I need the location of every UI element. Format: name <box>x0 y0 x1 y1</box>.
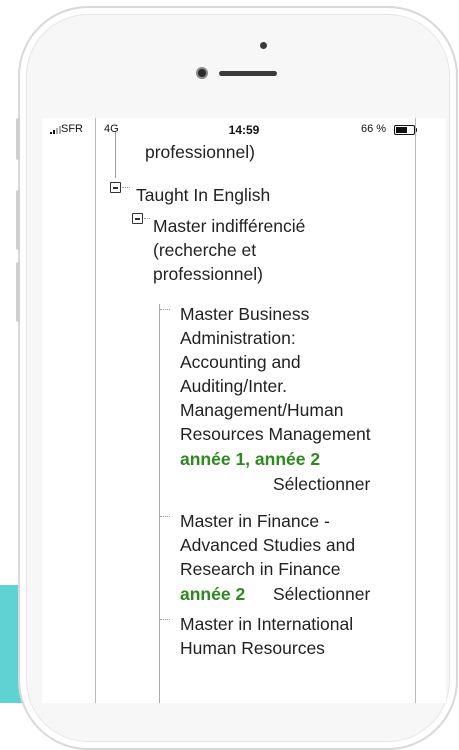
program-title-line: Master in International <box>180 614 354 634</box>
tree-connector <box>115 132 116 178</box>
program-tree: professionnel) Taught In English Master … <box>42 118 446 703</box>
program-title-line: Administration: <box>180 328 296 348</box>
node-label-line: (recherche et <box>153 240 257 260</box>
content-border-left <box>95 118 96 703</box>
select-link[interactable]: Sélectionner <box>273 473 370 497</box>
node-label-line: professionnel) <box>153 264 263 284</box>
collapse-icon[interactable] <box>132 213 143 224</box>
program-title-line: Advanced Studies and <box>180 535 356 555</box>
collapse-icon[interactable] <box>110 182 121 193</box>
tree-connector <box>144 218 150 220</box>
tree-connector <box>160 516 170 518</box>
program-title-line: Research in Finance <box>180 559 341 579</box>
volume-up-button <box>16 190 20 250</box>
earpiece-speaker <box>219 71 277 76</box>
front-camera <box>196 67 208 79</box>
program-title-line: Resources Management <box>180 424 371 444</box>
program-title-line: Accounting and <box>180 352 301 372</box>
tree-node-taught-in-english[interactable]: Taught In English <box>136 184 270 208</box>
tree-connector <box>159 304 160 703</box>
program-title-line: Master in Finance - <box>180 511 330 531</box>
tree-connector <box>160 619 170 621</box>
program-years: année 2 <box>180 584 246 604</box>
phone-screen: SFR 4G 14:59 66 % professionnel) Taught … <box>42 118 446 703</box>
select-link[interactable]: Sélectionner <box>273 583 370 607</box>
program-title-line: Master Business <box>180 304 310 324</box>
node-label-line: Master indifférencié <box>153 216 306 236</box>
program-title-line: Auditing/Inter. <box>180 376 288 396</box>
front-sensor <box>260 42 267 49</box>
tree-node-fragment: professionnel) <box>145 142 255 162</box>
mute-switch <box>16 118 20 160</box>
tree-connector <box>160 309 170 311</box>
tree-connector <box>122 187 130 189</box>
content-border-right <box>415 118 416 703</box>
volume-down-button <box>16 262 20 322</box>
program-title-line: Management/Human <box>180 400 344 420</box>
program-title-line: Human Resources <box>180 638 325 658</box>
program-years: année 1, année 2 <box>180 449 321 469</box>
